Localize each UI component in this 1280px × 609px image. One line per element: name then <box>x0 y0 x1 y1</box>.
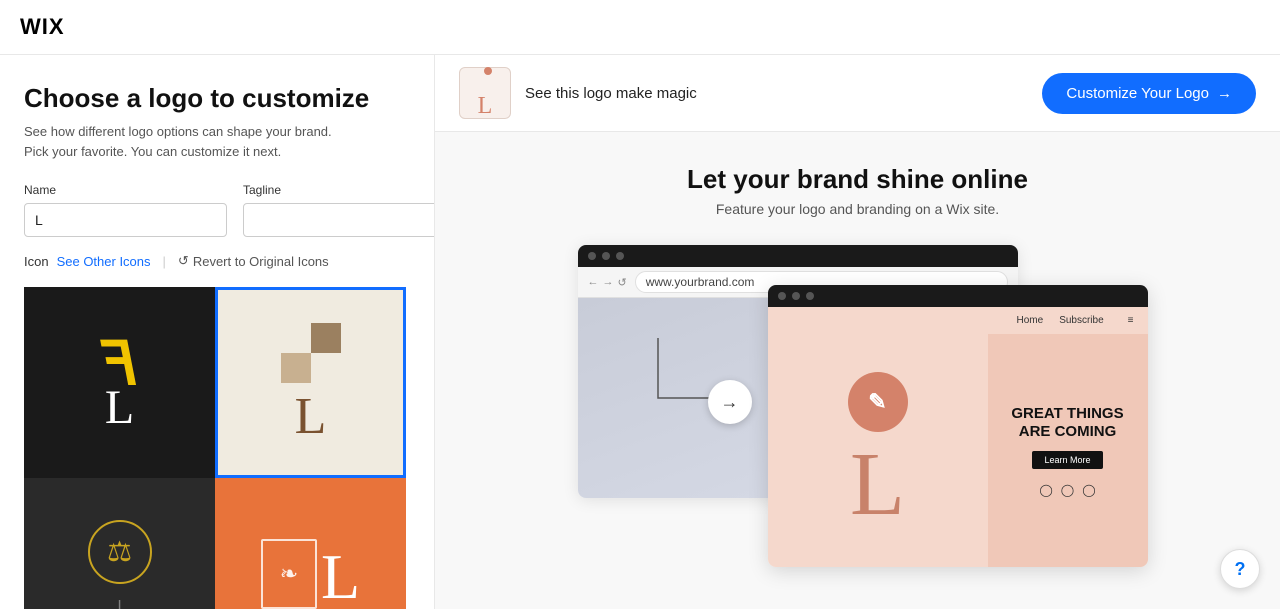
orange-l: L <box>321 545 360 609</box>
cb-cell <box>311 323 341 353</box>
gold-icon: ⚖ <box>107 535 132 568</box>
name-field-group: Name <box>24 183 227 237</box>
arrow-icon: → <box>1217 85 1232 102</box>
cb-cell <box>311 353 341 383</box>
logo-card-1[interactable]: 𝘍 L <box>24 287 215 478</box>
instagram-icon: ◯ <box>1082 483 1095 497</box>
wreath-icon: ❧ <box>280 561 298 587</box>
nav-home: Home <box>1017 315 1044 326</box>
social-icons: ◯ ◯ ◯ <box>1039 483 1095 497</box>
preview-logo-info: L See this logo make magic <box>459 67 697 119</box>
main-layout: Choose a logo to customize See how diffe… <box>0 55 1280 609</box>
browser-mockups: ← → ↺ www.yourbrand.com <box>578 245 1138 575</box>
preview-area: Let your brand shine online Feature your… <box>435 132 1280 609</box>
back-titlebar <box>578 245 1018 267</box>
name-input[interactable] <box>24 203 227 237</box>
brown-l: L <box>295 391 327 443</box>
tagline-field-group: Tagline <box>243 183 435 237</box>
arrow-circle: → <box>708 380 752 424</box>
help-button[interactable]: ? <box>1220 549 1260 589</box>
page-heading: Choose a logo to customize <box>24 83 410 114</box>
learn-more-button[interactable]: Learn More <box>1032 451 1102 469</box>
customize-logo-button[interactable]: Customize Your Logo → <box>1042 73 1256 114</box>
reload-icon: ↺ <box>618 276 627 289</box>
yellow-figure: 𝘍 <box>102 334 137 394</box>
form-row: Name Tagline <box>24 183 410 237</box>
see-other-icons-link[interactable]: See Other Icons <box>57 254 151 269</box>
front-right-area: GREAT THINGS ARE COMING Learn More ◯ ◯ ◯ <box>988 334 1148 567</box>
nav-subscribe: Subscribe <box>1059 315 1103 326</box>
front-l-letter: L <box>850 440 905 530</box>
logo-grid: 𝘍 L L <box>24 287 410 609</box>
dot-3 <box>616 252 624 260</box>
wix-logo: WIX <box>20 14 65 40</box>
preview-heading: Let your brand shine online <box>687 164 1028 195</box>
browser-front: Home Subscribe ≡ ✎ L <box>768 285 1148 567</box>
front-left-area: ✎ L <box>768 334 988 567</box>
tagline-label: Tagline <box>243 183 435 197</box>
nav-icons: ← → ↺ <box>588 276 627 289</box>
logo-grid-container: 𝘍 L L <box>24 287 410 609</box>
left-panel: Choose a logo to customize See how diffe… <box>0 55 435 609</box>
dot-1 <box>588 252 596 260</box>
front-content: ✎ L GREAT THINGS ARE COMING Le <box>768 334 1148 567</box>
divider: | <box>163 254 166 269</box>
wreath-box: ❧ <box>261 539 317 609</box>
dot-f3 <box>806 292 814 300</box>
icon-row: Icon See Other Icons | ↺ Revert to Origi… <box>24 253 410 269</box>
cb-cell <box>281 323 311 353</box>
dot-f2 <box>792 292 800 300</box>
hamburger-icon: ≡ <box>1128 315 1134 326</box>
gold-circle: ⚖ <box>88 520 152 584</box>
dot-f1 <box>778 292 786 300</box>
checkerboard <box>281 323 341 383</box>
name-label: Name <box>24 183 227 197</box>
logo-card-3[interactable]: ⚖ | <box>24 478 215 609</box>
preview-logo-thumbnail: L <box>459 67 511 119</box>
preview-subheading: Feature your logo and branding on a Wix … <box>716 201 999 217</box>
browser-front-body: Home Subscribe ≡ ✎ L <box>768 307 1148 567</box>
thumb-letter: L <box>478 93 493 120</box>
header: WIX <box>0 0 1280 55</box>
back-icon: ← <box>588 276 599 289</box>
facebook-icon: ◯ <box>1039 483 1052 497</box>
help-icon: ? <box>1235 559 1246 580</box>
thumb-dot <box>484 67 492 75</box>
front-titlebar <box>768 285 1148 307</box>
preview-topbar: L See this logo make magic Customize You… <box>435 55 1280 132</box>
subtitle: See how different logo options can shape… <box>24 122 410 161</box>
right-panel: L See this logo make magic Customize You… <box>435 55 1280 609</box>
front-topnav: Home Subscribe ≡ <box>768 307 1148 334</box>
twitter-icon: ◯ <box>1061 483 1074 497</box>
logo-card-2[interactable]: L <box>215 287 406 478</box>
white-l-3: | <box>117 596 123 609</box>
logo-card-4[interactable]: ❧ L <box>215 478 406 609</box>
icon-prefix: Icon <box>24 254 49 269</box>
revert-button[interactable]: ↺ Revert to Original Icons <box>178 253 329 269</box>
cta-heading: GREAT THINGS ARE COMING <box>1011 405 1123 441</box>
forward-icon: → <box>603 276 614 289</box>
tagline-input[interactable] <box>243 203 435 237</box>
revert-icon: ↺ <box>178 253 189 269</box>
cb-cell <box>281 353 311 383</box>
dot-2 <box>602 252 610 260</box>
preview-tagline: See this logo make magic <box>525 85 697 102</box>
